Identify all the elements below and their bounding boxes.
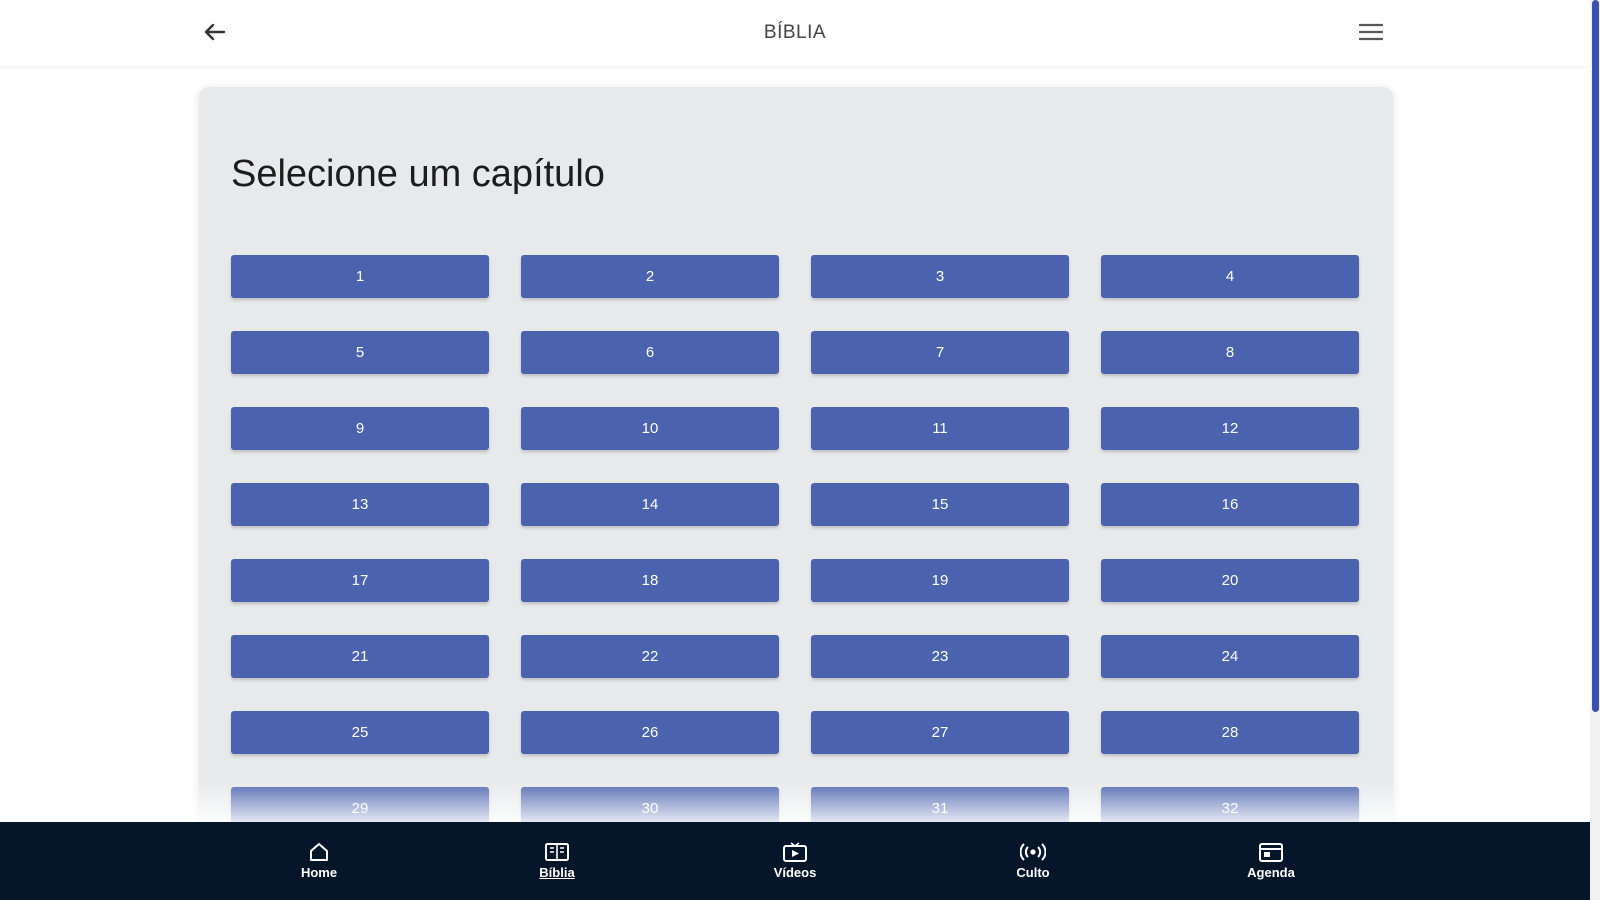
hamburger-menu-icon bbox=[1359, 23, 1383, 41]
nav-label-biblia: Bíblia bbox=[539, 865, 575, 880]
chapter-button-19[interactable]: 19 bbox=[811, 559, 1069, 602]
chapter-button-17[interactable]: 17 bbox=[231, 559, 489, 602]
nav-item-videos[interactable]: Vídeos bbox=[735, 822, 855, 900]
chapter-button-27[interactable]: 27 bbox=[811, 711, 1069, 754]
home-icon bbox=[310, 843, 328, 861]
chapter-button-21[interactable]: 21 bbox=[231, 635, 489, 678]
chapter-button-25[interactable]: 25 bbox=[231, 711, 489, 754]
page-title: BÍBLIA bbox=[763, 22, 827, 43]
video-icon bbox=[783, 842, 807, 862]
nav-item-biblia[interactable]: Bíblia bbox=[497, 822, 617, 900]
chapter-button-7[interactable]: 7 bbox=[811, 331, 1069, 374]
chapter-button-15[interactable]: 15 bbox=[811, 483, 1069, 526]
nav-label-culto: Culto bbox=[1016, 865, 1050, 880]
chapter-button-10[interactable]: 10 bbox=[521, 407, 779, 450]
chapter-button-1[interactable]: 1 bbox=[231, 255, 489, 298]
chapter-selection-card: Selecione um capítulo 1 2 3 4 5 6 7 8 9 … bbox=[199, 87, 1393, 900]
nav-item-culto[interactable]: Culto bbox=[973, 822, 1093, 900]
chapter-button-22[interactable]: 22 bbox=[521, 635, 779, 678]
nav-label-home: Home bbox=[300, 865, 338, 880]
chapter-button-11[interactable]: 11 bbox=[811, 407, 1069, 450]
bottom-navigation: Home Bíblia Vídeos Culto Agenda bbox=[0, 822, 1590, 900]
chapter-button-24[interactable]: 24 bbox=[1101, 635, 1359, 678]
chapter-button-28[interactable]: 28 bbox=[1101, 711, 1359, 754]
chapter-button-23[interactable]: 23 bbox=[811, 635, 1069, 678]
chapter-button-14[interactable]: 14 bbox=[521, 483, 779, 526]
nav-label-videos: Vídeos bbox=[773, 865, 817, 880]
chapter-button-16[interactable]: 16 bbox=[1101, 483, 1359, 526]
top-app-bar: BÍBLIA bbox=[0, 0, 1590, 66]
chapter-button-8[interactable]: 8 bbox=[1101, 331, 1359, 374]
app-window: BÍBLIA Selecione um capítulo 1 2 3 4 5 6… bbox=[0, 0, 1600, 900]
chapter-button-26[interactable]: 26 bbox=[521, 711, 779, 754]
chapter-button-5[interactable]: 5 bbox=[231, 331, 489, 374]
calendar-icon bbox=[1259, 843, 1283, 862]
chapter-button-2[interactable]: 2 bbox=[521, 255, 779, 298]
scrollbar-thumb[interactable] bbox=[1592, 0, 1599, 712]
nav-item-home[interactable]: Home bbox=[259, 822, 379, 900]
menu-button[interactable] bbox=[1356, 18, 1386, 46]
chapter-button-3[interactable]: 3 bbox=[811, 255, 1069, 298]
chapter-selection-heading: Selecione um capítulo bbox=[231, 153, 605, 195]
chapter-button-13[interactable]: 13 bbox=[231, 483, 489, 526]
chapter-button-20[interactable]: 20 bbox=[1101, 559, 1359, 602]
chapter-grid: 1 2 3 4 5 6 7 8 9 10 11 12 13 14 15 16 1… bbox=[231, 255, 1361, 830]
chapter-button-4[interactable]: 4 bbox=[1101, 255, 1359, 298]
chapter-button-12[interactable]: 12 bbox=[1101, 407, 1359, 450]
nav-label-agenda: Agenda bbox=[1247, 865, 1295, 880]
chapter-button-9[interactable]: 9 bbox=[231, 407, 489, 450]
chapter-button-18[interactable]: 18 bbox=[521, 559, 779, 602]
broadcast-icon bbox=[1020, 843, 1046, 861]
chapter-button-6[interactable]: 6 bbox=[521, 331, 779, 374]
book-icon bbox=[545, 843, 569, 861]
nav-item-agenda[interactable]: Agenda bbox=[1211, 822, 1331, 900]
